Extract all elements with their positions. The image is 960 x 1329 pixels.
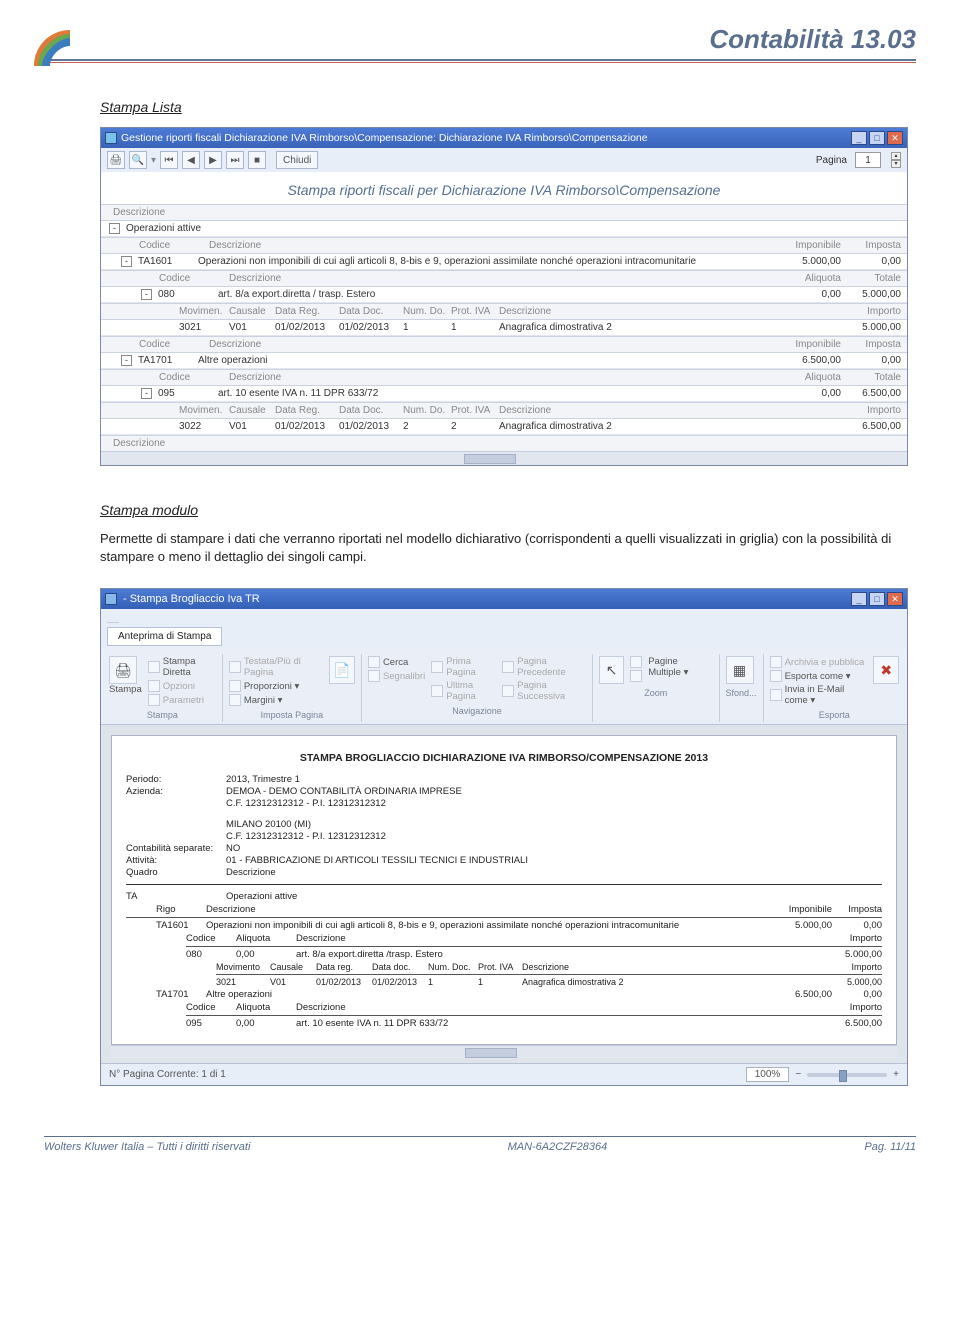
zoom-out-icon[interactable]: − xyxy=(795,1069,801,1080)
ribbon: 🖨 Stampa Stampa Diretta Opzioni Parametr… xyxy=(101,650,907,725)
zoom-percent[interactable]: 100% xyxy=(746,1067,790,1082)
status-bar: N° Pagina Corrente: 1 di 1 100% − + xyxy=(101,1063,907,1085)
footer-right: Pag. 11/11 xyxy=(864,1141,916,1153)
prev-page-icon[interactable]: ◀ xyxy=(182,151,200,169)
last-page-icon[interactable] xyxy=(431,685,443,697)
horizontal-scrollbar[interactable] xyxy=(101,451,907,465)
prev-page-icon[interactable] xyxy=(502,661,514,673)
report-page: STAMPA BROGLIACCIO DICHIARAZIONE IVA RIM… xyxy=(111,735,897,1045)
footer-left: Wolters Kluwer Italia – Tutti i diritti … xyxy=(44,1141,250,1153)
window-titlebar: - Stampa Brogliaccio Iva TR _ □ ✕ xyxy=(101,589,907,609)
page-setup-icon[interactable]: 📄 xyxy=(329,656,355,684)
app-icon xyxy=(105,593,117,605)
segnalibri-button[interactable]: Segnalibri xyxy=(368,670,425,682)
pagina-label: Pagina xyxy=(816,155,847,166)
first-page-icon[interactable]: ⏮ xyxy=(160,151,178,169)
maximize-button[interactable]: □ xyxy=(869,592,885,606)
zoom-in-icon[interactable] xyxy=(630,656,642,668)
group-esporta-label: Esporta xyxy=(770,710,899,720)
prima-pagina-label: Prima Pagina xyxy=(446,656,496,678)
stampa-big-label: Stampa xyxy=(109,684,142,695)
page-spinner[interactable]: ▴▾ xyxy=(891,152,901,168)
expand-toggle[interactable]: - xyxy=(141,388,152,399)
next-page-icon[interactable] xyxy=(502,685,514,697)
parametri-button[interactable]: Parametri xyxy=(148,694,216,706)
close-button[interactable]: ✕ xyxy=(887,131,903,145)
chiudi-button[interactable]: Chiudi xyxy=(276,151,318,169)
stop-icon[interactable]: ■ xyxy=(248,151,266,169)
group-stampa-label: Stampa xyxy=(109,710,216,720)
toolbar: 🖨 🔍 ▾ ⏮ ◀ ▶ ⏭ ■ Chiudi Pagina 1 ▴▾ xyxy=(101,148,907,172)
app-icon xyxy=(105,132,117,144)
first-page-icon[interactable] xyxy=(431,661,443,673)
minimize-button[interactable]: _ xyxy=(851,592,867,606)
esporta-come-button[interactable]: Esporta come ▾ xyxy=(770,670,868,682)
ribbon-tab-anteprima[interactable]: Anteprima di Stampa xyxy=(107,627,222,646)
window-titlebar: Gestione riporti fiscali Dichiarazione I… xyxy=(101,128,907,148)
window-title: - Stampa Brogliaccio Iva TR xyxy=(123,593,260,605)
background-icon[interactable]: ▦ xyxy=(726,656,754,684)
report-title: STAMPA BROGLIACCIO DICHIARAZIONE IVA RIM… xyxy=(126,752,882,764)
body-paragraph: Permette di stampare i dati che verranno… xyxy=(100,530,904,566)
testata-button[interactable]: Testata/Più di Pagina xyxy=(229,656,324,678)
group-sfondo-label: Sfond... xyxy=(726,688,757,698)
heading-stampa-lista: Stampa Lista xyxy=(100,99,916,115)
proporzioni-button[interactable]: Proporzioni ▾ xyxy=(229,680,324,692)
screenshot-print-preview: - Stampa Brogliaccio Iva TR _ □ ✕ Antepr… xyxy=(100,588,908,1086)
expand-toggle[interactable]: - xyxy=(121,355,132,366)
stampa-diretta-button[interactable]: Stampa Diretta xyxy=(148,656,216,678)
expand-toggle[interactable]: - xyxy=(109,223,120,234)
next-page-icon[interactable]: ▶ xyxy=(204,151,222,169)
window-title: Gestione riporti fiscali Dichiarazione I… xyxy=(121,132,648,144)
margini-button[interactable]: Margini ▾ xyxy=(229,694,324,706)
archivia-button[interactable]: Archivia e pubblica xyxy=(770,656,868,668)
zoom-slider[interactable] xyxy=(807,1073,887,1077)
page-title: Contabilità 13.03 xyxy=(44,24,916,55)
close-preview-icon[interactable]: ✖ xyxy=(873,656,899,684)
group-zoom-label: Zoom xyxy=(599,688,712,698)
minimize-button[interactable]: _ xyxy=(851,131,867,145)
print-icon[interactable]: 🖨 xyxy=(109,656,137,684)
col-descrizione: Descrizione xyxy=(113,207,165,218)
group-imposta-label: Imposta Pagina xyxy=(229,710,355,720)
logo xyxy=(34,30,70,69)
pagine-multiple-button[interactable]: Pagine Multiple ▾ xyxy=(648,656,712,678)
ultima-pagina-label: Ultima Pagina xyxy=(446,680,496,702)
cerca-button[interactable]: Cerca xyxy=(368,656,425,668)
print-icon[interactable]: 🖨 xyxy=(107,151,125,169)
row-op-attive: Operazioni attive xyxy=(126,223,201,234)
page-indicator: N° Pagina Corrente: 1 di 1 xyxy=(109,1069,226,1080)
expand-toggle[interactable]: - xyxy=(141,289,152,300)
maximize-button[interactable]: □ xyxy=(869,131,885,145)
pagina-value[interactable]: 1 xyxy=(855,152,881,168)
screenshot-report-preview: Gestione riporti fiscali Dichiarazione I… xyxy=(100,127,908,466)
invia-email-button[interactable]: Invia in E-Mail come ▾ xyxy=(770,684,868,706)
expand-toggle[interactable]: - xyxy=(121,256,132,267)
last-page-icon[interactable]: ⏭ xyxy=(226,151,244,169)
close-button[interactable]: ✕ xyxy=(887,592,903,606)
group-navigazione-label: Navigazione xyxy=(368,706,586,716)
report-title: Stampa riporti fiscali per Dichiarazione… xyxy=(101,172,907,204)
horizontal-scrollbar[interactable] xyxy=(111,1045,897,1059)
heading-stampa-modulo: Stampa modulo xyxy=(100,502,916,518)
footer-center: MAN-6A2CZF28364 xyxy=(508,1141,608,1153)
opzioni-button[interactable]: Opzioni xyxy=(148,680,216,692)
zoom-in-icon[interactable]: + xyxy=(893,1069,899,1080)
search-icon[interactable]: 🔍 xyxy=(129,151,147,169)
pointer-icon[interactable]: ↖ xyxy=(599,656,624,684)
zoom-out-icon[interactable] xyxy=(630,670,642,682)
